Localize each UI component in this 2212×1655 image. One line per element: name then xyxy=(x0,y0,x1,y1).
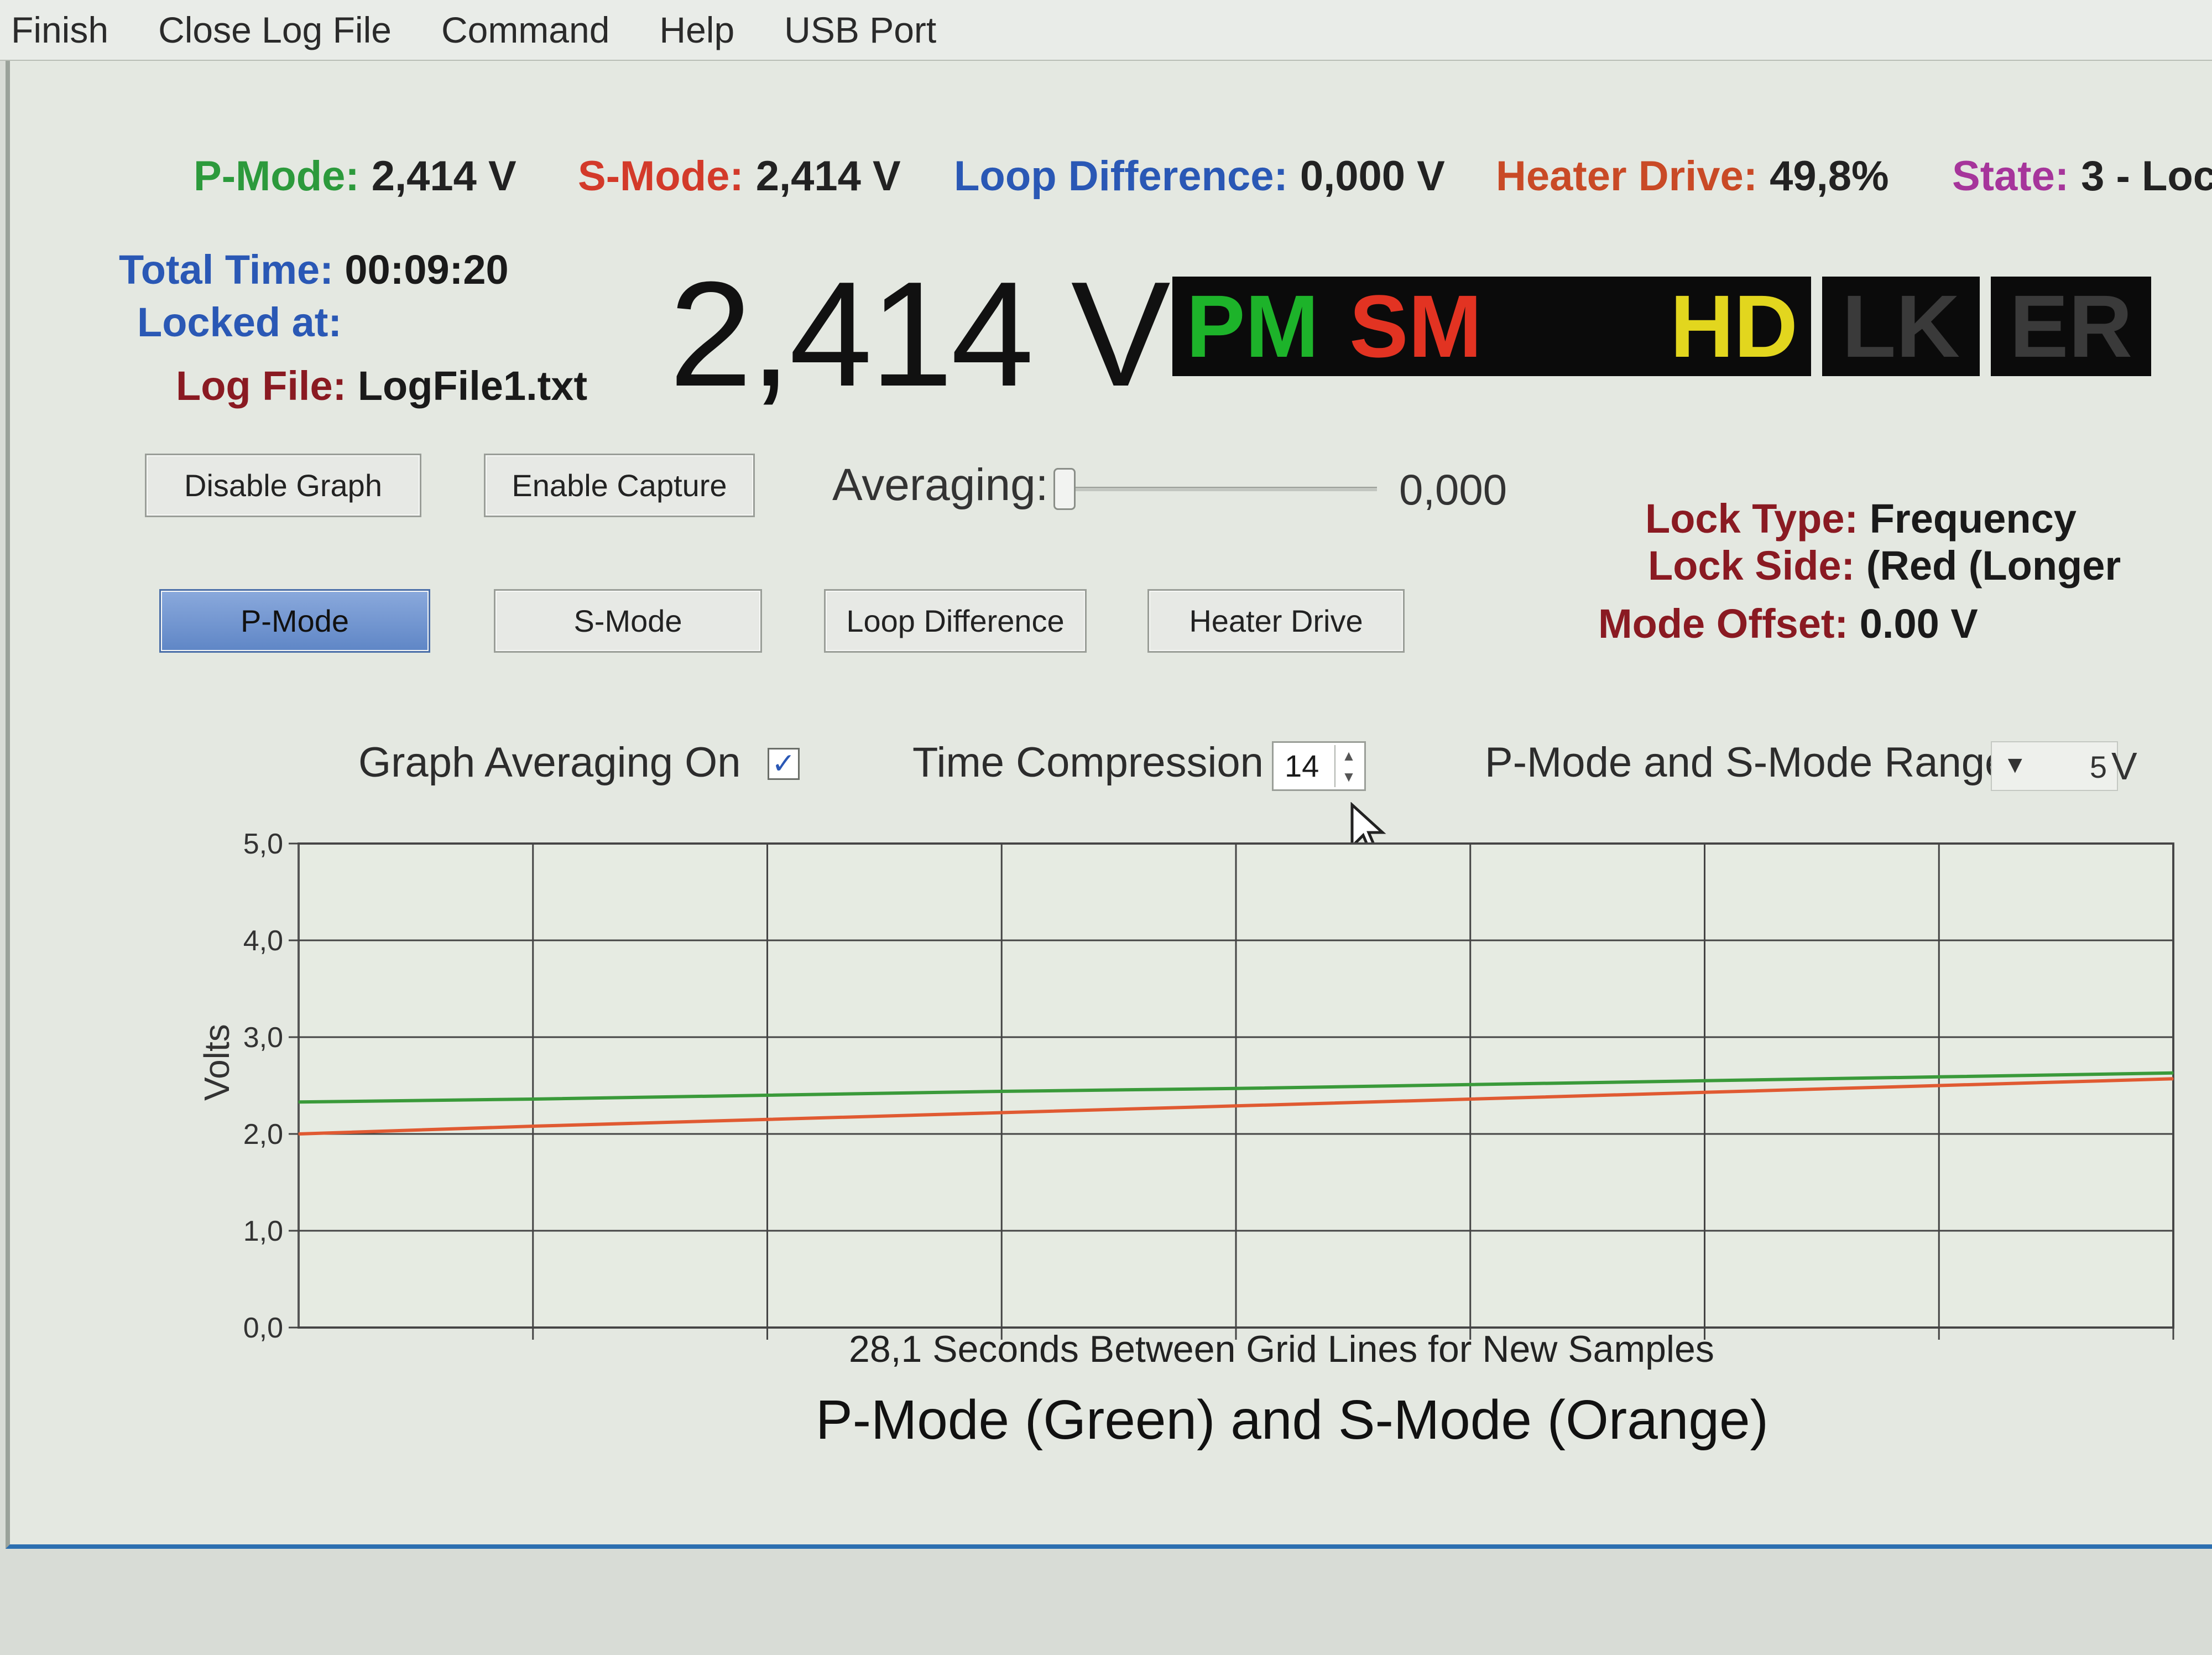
heater-drive-value: 49,8% xyxy=(1770,153,1889,200)
loop-difference-status: Loop Difference: 0,000 V xyxy=(954,152,1445,200)
y-tick-label: 5,0 xyxy=(243,828,283,860)
p-mode-value: 2,414 V xyxy=(371,153,517,200)
time-compression-value: 14 xyxy=(1285,748,1319,783)
y-tick-label: 4,0 xyxy=(243,925,283,957)
heater-drive-button[interactable]: Heater Drive xyxy=(1147,589,1405,653)
data-point-s-mode xyxy=(1235,1105,1237,1107)
disable-graph-button[interactable]: Disable Graph xyxy=(145,454,421,517)
data-point-s-mode xyxy=(1938,1085,1940,1086)
voltage-chart: 0,0 1,0 2,0 3,0 4,0 5,0 xyxy=(243,828,2174,1344)
log-file: Log File: LogFile1.txt xyxy=(176,362,587,409)
er-indicator: ER xyxy=(2009,277,2133,376)
lk-indicator: LK xyxy=(1841,277,1960,376)
chart-title: P-Mode (Green) and S-Mode (Orange) xyxy=(816,1389,1768,1451)
averaging-slider-track[interactable] xyxy=(1067,487,1377,491)
p-mode-button[interactable]: P-Mode xyxy=(159,589,430,653)
data-point-p-mode xyxy=(532,1099,534,1100)
main-voltage-readout: 2,414 V xyxy=(669,251,1171,418)
data-point-s-mode xyxy=(532,1126,534,1127)
data-point-p-mode xyxy=(2173,1072,2174,1074)
averaging-label: Averaging: xyxy=(832,460,1048,510)
menu-close-log-file[interactable]: Close Log File xyxy=(158,9,392,51)
indicator-panel-main: PM SM HD xyxy=(1172,277,1811,376)
data-point-p-mode xyxy=(298,1101,299,1103)
lock-type-label: Lock Type: xyxy=(1645,496,1859,542)
lock-side-value: (Red (Longer xyxy=(1866,543,2121,589)
range-dropdown[interactable]: ▼ 5 xyxy=(1991,741,2118,791)
menu-finish[interactable]: Finish xyxy=(11,9,108,51)
er-indicator-panel: ER xyxy=(1991,277,2151,376)
graph-averaging-checkbox[interactable]: ✓ xyxy=(768,748,800,780)
locked-at-label: Locked at: xyxy=(137,299,342,345)
loop-difference-label: Loop Difference: xyxy=(954,153,1288,200)
pm-indicator: PM xyxy=(1186,277,1319,376)
mode-offset-label: Mode Offset: xyxy=(1598,601,1849,647)
data-point-s-mode xyxy=(2173,1078,2174,1080)
mode-offset: Mode Offset: 0.00 V xyxy=(1598,600,1978,647)
data-point-p-mode xyxy=(1001,1091,1003,1092)
lock-side: Lock Side: (Red (Longer xyxy=(1648,542,2121,589)
data-point-s-mode xyxy=(766,1118,768,1120)
graph-averaging-label: Graph Averaging On xyxy=(358,739,741,786)
log-file-label: Log File: xyxy=(176,363,347,409)
range-value: 5 xyxy=(2089,750,2107,784)
s-mode-label: S-Mode: xyxy=(578,153,744,200)
data-point-p-mode xyxy=(1938,1076,1940,1078)
state-value: 3 - Lock xyxy=(2081,153,2212,200)
state-label: State: xyxy=(1952,153,2069,200)
data-point-p-mode xyxy=(1235,1087,1237,1089)
data-point-s-mode xyxy=(1001,1112,1003,1113)
time-compression-spinner[interactable]: 14 ▲ ▼ xyxy=(1272,741,1366,791)
y-tick-label: 0,0 xyxy=(243,1312,283,1344)
loop-difference-button[interactable]: Loop Difference xyxy=(824,589,1087,653)
averaging-slider-thumb[interactable] xyxy=(1053,468,1076,510)
s-mode-value: 2,414 V xyxy=(755,153,901,200)
menu-usb-port[interactable]: USB Port xyxy=(784,9,936,51)
menu-bar: Finish Close Log File Command Help USB P… xyxy=(0,0,2212,61)
y-tick-label: 1,0 xyxy=(243,1215,283,1247)
state-status: State: 3 - Lock xyxy=(1952,152,2212,200)
chevron-down-icon[interactable]: ▼ xyxy=(2003,751,2027,779)
sm-indicator: SM xyxy=(1349,277,1482,376)
range-label: P-Mode and S-Mode Range xyxy=(1485,739,2008,786)
log-file-value: LogFile1.txt xyxy=(357,363,588,409)
lock-type-value: Frequency xyxy=(1869,496,2077,542)
s-mode-status: S-Mode: 2,414 V xyxy=(578,152,901,200)
total-time: Total Time: 00:09:20 xyxy=(119,246,509,293)
data-point-s-mode xyxy=(1704,1091,1705,1093)
total-time-label: Total Time: xyxy=(119,247,333,293)
total-time-value: 00:09:20 xyxy=(345,247,509,293)
heater-drive-status: Heater Drive: 49,8% xyxy=(1496,152,1889,200)
range-unit: V xyxy=(2111,745,2137,788)
time-compression-label: Time Compression xyxy=(912,739,1264,786)
lk-indicator-panel: LK xyxy=(1822,277,1980,376)
loop-difference-value: 0,000 V xyxy=(1300,153,1445,200)
hd-indicator: HD xyxy=(1670,277,1798,376)
spinner-arrows-icon[interactable]: ▲ ▼ xyxy=(1334,745,1362,787)
heater-drive-label: Heater Drive: xyxy=(1496,153,1758,200)
lock-side-label: Lock Side: xyxy=(1648,543,1855,589)
s-mode-button[interactable]: S-Mode xyxy=(494,589,762,653)
mode-offset-value: 0.00 V xyxy=(1859,601,1978,647)
lock-type: Lock Type: Frequency xyxy=(1645,495,2077,542)
data-point-s-mode xyxy=(298,1133,299,1134)
p-mode-label: P-Mode: xyxy=(194,153,359,200)
chart-x-axis-label: 28,1 Seconds Between Grid Lines for New … xyxy=(849,1328,1714,1370)
y-tick-label: 2,0 xyxy=(243,1118,283,1151)
menu-help[interactable]: Help xyxy=(659,9,734,51)
y-tick-label: 3,0 xyxy=(243,1022,283,1054)
chart-y-axis-label: Volts xyxy=(197,1024,237,1101)
data-point-p-mode xyxy=(766,1095,768,1096)
data-point-p-mode xyxy=(1469,1084,1471,1085)
data-point-p-mode xyxy=(1704,1080,1705,1081)
data-point-s-mode xyxy=(1469,1099,1471,1100)
averaging-value: 0,000 xyxy=(1399,465,1507,514)
p-mode-status: P-Mode: 2,414 V xyxy=(194,152,517,200)
enable-capture-button[interactable]: Enable Capture xyxy=(484,454,755,517)
menu-command[interactable]: Command xyxy=(441,9,609,51)
